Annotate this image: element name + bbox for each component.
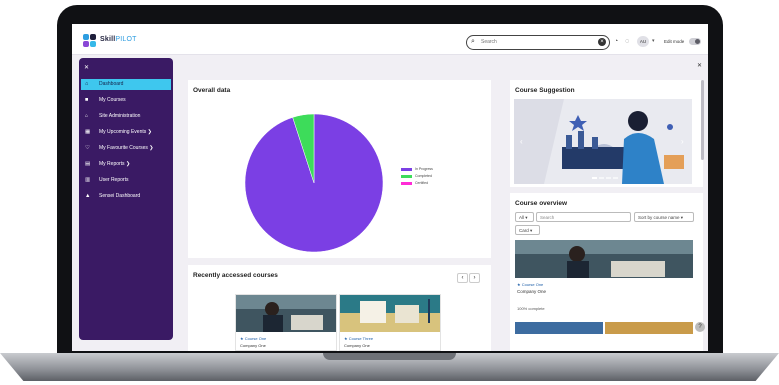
sidebar-item-label: Sensei Dashboard bbox=[99, 193, 141, 199]
sidebar-item-label: User Reports bbox=[99, 177, 129, 183]
card-title: Recently accessed courses bbox=[193, 272, 278, 279]
calendar-icon: ▦ bbox=[85, 129, 91, 135]
course-name[interactable]: Company One bbox=[517, 289, 546, 294]
edit-mode-label: Edit mode bbox=[664, 39, 685, 44]
legend-swatch bbox=[401, 181, 412, 185]
sidebar-item-upcoming-events[interactable]: ▦ My Upcoming Events ❯ bbox=[81, 127, 171, 138]
sidebar-item-label: My Reports ❯ bbox=[99, 161, 131, 167]
chat-icon[interactable]: ◌ bbox=[625, 38, 629, 45]
sidebar-item-my-courses[interactable]: ■ My Courses bbox=[81, 95, 171, 106]
heart-icon: ♡ bbox=[85, 145, 90, 151]
card-title: Course Suggestion bbox=[515, 87, 575, 94]
course-search-input[interactable]: Search bbox=[536, 212, 631, 222]
app-screen: SkillPILOT ⌕ × ◔ ◌ AU ▾ Edit mode ✕ ⌂ Da… bbox=[72, 24, 708, 351]
logo-icon bbox=[83, 34, 96, 47]
sidebar-item-site-administration[interactable]: ⌂ Site Administration bbox=[81, 111, 171, 122]
clear-search-icon[interactable]: × bbox=[598, 38, 606, 46]
edit-mode-toggle[interactable] bbox=[689, 38, 701, 45]
filter-dropdown[interactable]: All ▾ bbox=[515, 212, 534, 222]
sidebar: ✕ ⌂ Dashboard ■ My Courses ⌂ Site Admini… bbox=[79, 58, 173, 340]
next-button[interactable]: › bbox=[469, 273, 480, 283]
bell-icon[interactable]: ◔ bbox=[614, 38, 618, 45]
sidebar-item-user-reports[interactable]: ▥ User Reports bbox=[81, 175, 171, 186]
logo-text[interactable]: SkillPILOT bbox=[100, 36, 137, 43]
carousel-indicators[interactable] bbox=[592, 177, 620, 179]
close-icon[interactable]: ✕ bbox=[84, 64, 89, 71]
chevron-right-icon: ❯ bbox=[149, 145, 154, 151]
pie-chart bbox=[244, 113, 384, 253]
course-card[interactable]: ★ Course One Company One bbox=[235, 294, 337, 351]
prev-button[interactable]: ‹ bbox=[457, 273, 468, 283]
legend-item: In Progress bbox=[401, 167, 433, 171]
legend-swatch bbox=[401, 174, 412, 178]
course-image bbox=[515, 240, 693, 278]
progress-text: 100% complete bbox=[517, 306, 545, 311]
chevron-down-icon[interactable]: ▾ bbox=[652, 38, 655, 44]
search-input[interactable] bbox=[481, 37, 591, 47]
chevron-right-icon: ❯ bbox=[147, 129, 152, 135]
help-button[interactable]: ? bbox=[695, 322, 705, 332]
search-icon: ⌕ bbox=[471, 38, 475, 45]
course-suggestion-card: Course Suggestion ‹ › bbox=[510, 80, 703, 187]
suggestion-carousel-image bbox=[514, 99, 692, 184]
lock-icon: ⌂ bbox=[85, 113, 89, 119]
legend-item: Certified bbox=[401, 181, 428, 185]
sidebar-item-dashboard[interactable]: ⌂ Dashboard bbox=[81, 79, 171, 90]
top-navbar: SkillPILOT ⌕ × ◔ ◌ AU ▾ Edit mode bbox=[72, 24, 708, 55]
sidebar-item-label: My Upcoming Events ❯ bbox=[99, 129, 152, 135]
course-image bbox=[236, 295, 336, 332]
course-category: ★ Course One bbox=[240, 336, 267, 341]
course-category: ★ Course One bbox=[517, 282, 544, 287]
right-drawer: ✕ Course Suggestion ‹ › Course overview … bbox=[510, 58, 708, 351]
sidebar-item-my-reports[interactable]: ▤ My Reports ❯ bbox=[81, 159, 171, 170]
card-title: Course overview bbox=[515, 200, 568, 207]
sidebar-item-sensei-dashboard[interactable]: ▲ Sensei Dashboard bbox=[81, 191, 171, 202]
sidebar-item-label: Dashboard bbox=[99, 81, 124, 87]
legend-swatch bbox=[401, 167, 412, 171]
view-dropdown[interactable]: Card ▾ bbox=[515, 225, 540, 235]
book-icon: ■ bbox=[85, 97, 89, 103]
users-report-icon: ▥ bbox=[85, 177, 91, 183]
course-name: Company One bbox=[344, 343, 370, 348]
sidebar-item-label: Site Administration bbox=[99, 113, 141, 119]
carousel-next-button[interactable]: › bbox=[681, 137, 684, 146]
recent-courses-card: Recently accessed courses ‹ › ★ Course O… bbox=[188, 265, 491, 351]
sidebar-item-label: My Favourite Courses ❯ bbox=[99, 145, 154, 151]
course-category: ★ Course Three bbox=[344, 336, 374, 341]
carousel-prev-button[interactable]: ‹ bbox=[520, 137, 523, 146]
scrollbar[interactable] bbox=[701, 80, 704, 160]
course-image-next bbox=[515, 322, 693, 334]
report-icon: ▤ bbox=[85, 161, 91, 167]
graduation-icon: ▲ bbox=[85, 193, 91, 199]
overall-data-card: Overall data In Progress Completed Certi… bbox=[188, 80, 491, 258]
home-icon: ⌂ bbox=[85, 81, 89, 87]
legend-item: Completed bbox=[401, 174, 432, 178]
course-image bbox=[340, 295, 440, 332]
sidebar-item-label: My Courses bbox=[99, 97, 126, 103]
global-search[interactable]: ⌕ × bbox=[466, 35, 610, 50]
course-overview-card: Course overview All ▾ Search Sort by cou… bbox=[510, 193, 703, 351]
avatar[interactable]: AU bbox=[637, 36, 649, 47]
course-name: Company One bbox=[240, 343, 266, 348]
sidebar-item-favourite-courses[interactable]: ♡ My Favourite Courses ❯ bbox=[81, 143, 171, 154]
sort-dropdown[interactable]: Sort by course name ▾ bbox=[634, 212, 694, 222]
close-drawer-icon[interactable]: ✕ bbox=[697, 62, 702, 69]
chevron-right-icon: ❯ bbox=[125, 161, 131, 167]
laptop-notch bbox=[323, 353, 456, 360]
course-card[interactable]: ★ Course Three Company One bbox=[339, 294, 441, 351]
